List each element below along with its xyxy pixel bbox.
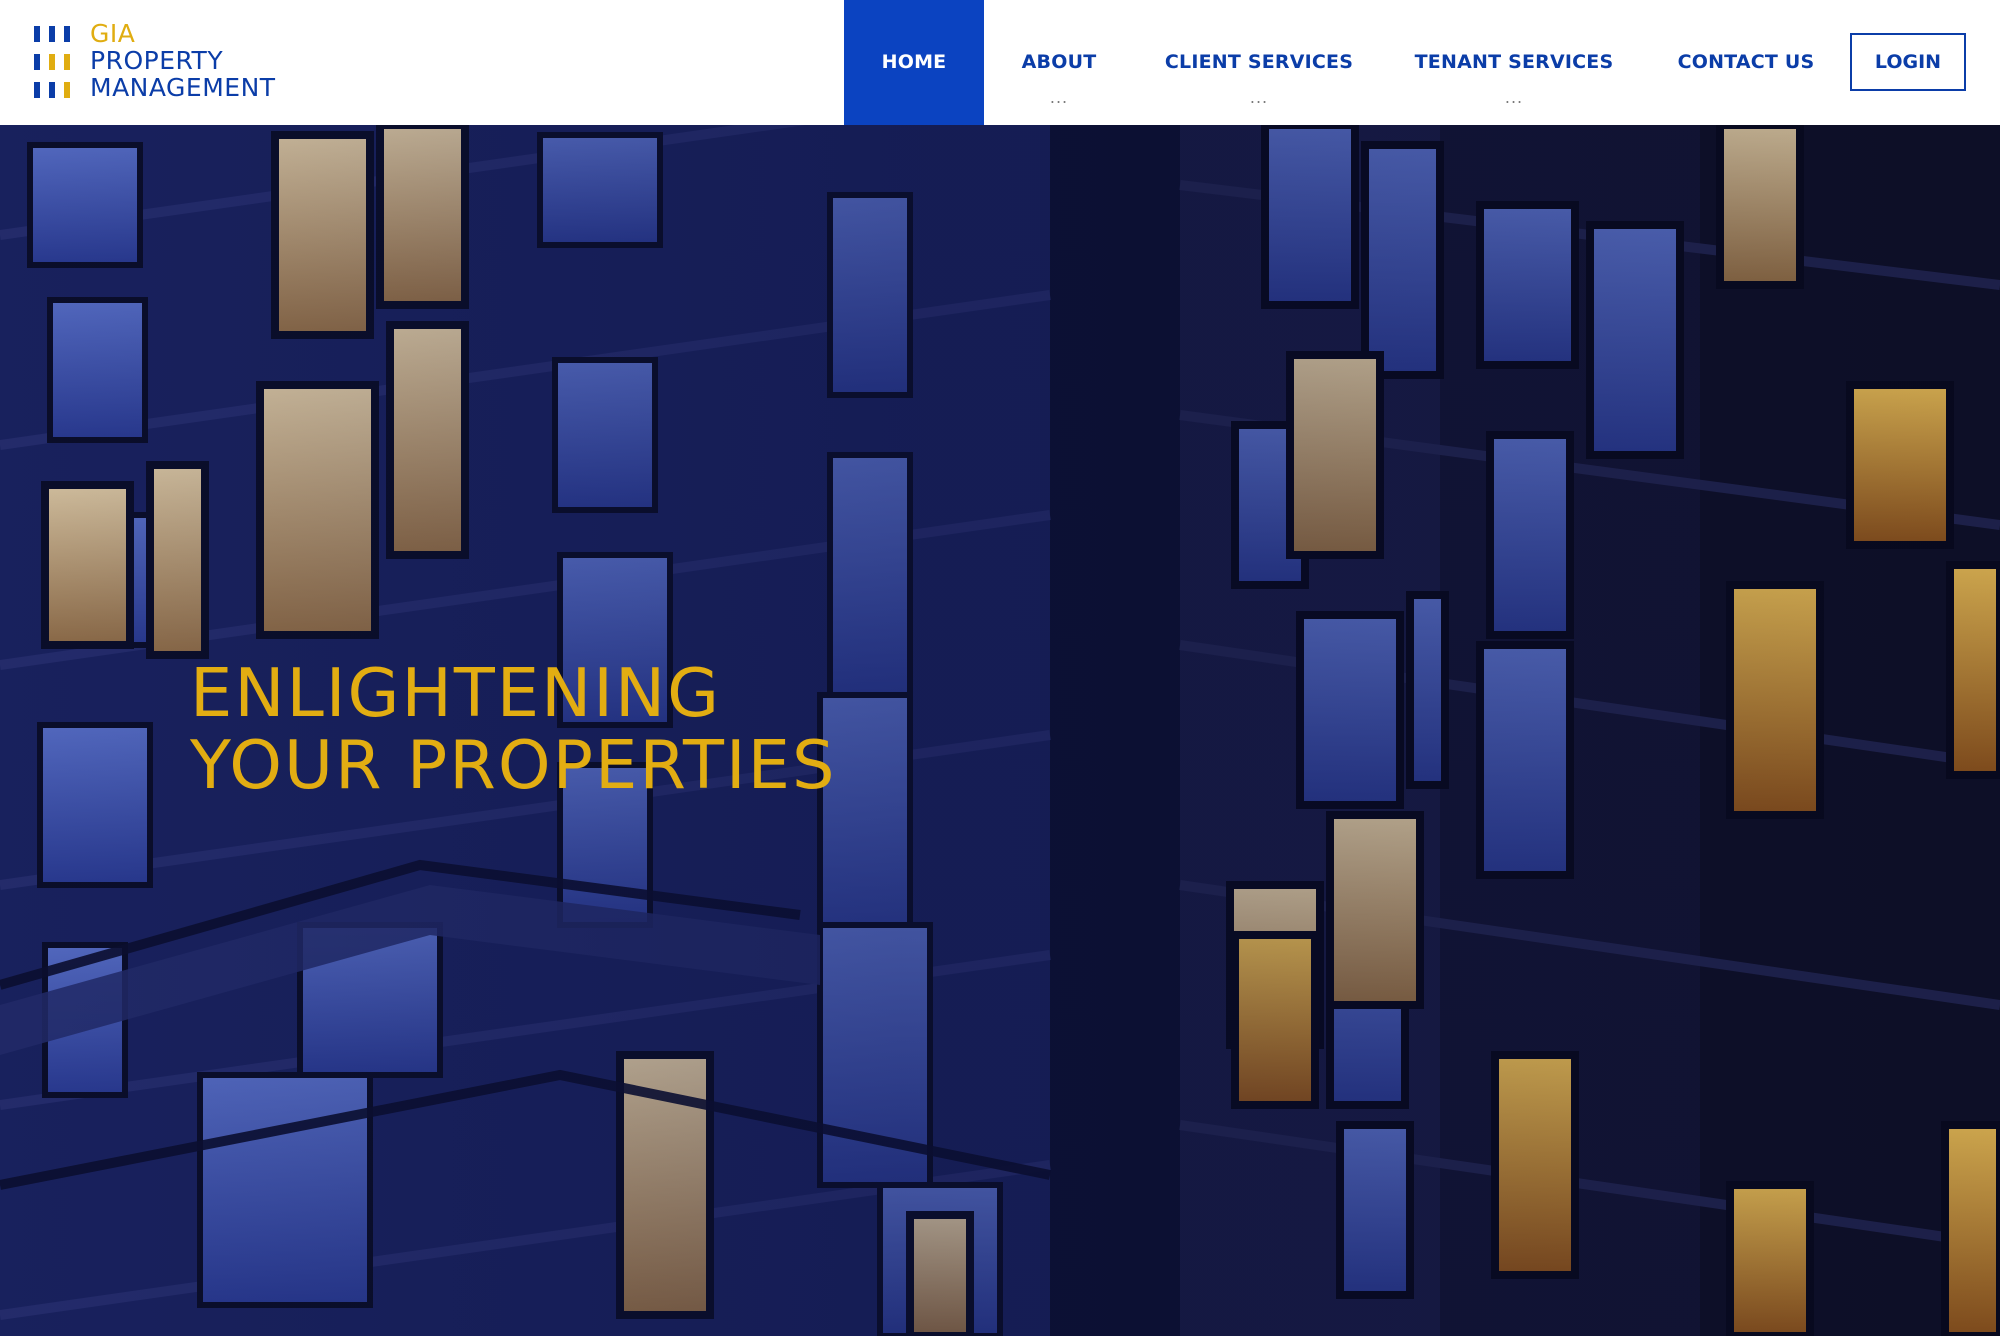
nav-tenant-services-label: TENANT SERVICES bbox=[1414, 51, 1614, 73]
bars-logo-icon bbox=[34, 26, 70, 98]
site-header: GIA PROPERTY MANAGEMENT HOME ABOUT ... C… bbox=[0, 0, 2000, 125]
nav-about-label: ABOUT bbox=[1021, 51, 1097, 73]
login-button[interactable]: LOGIN bbox=[1850, 33, 1966, 91]
brand-line-1: GIA bbox=[90, 19, 136, 48]
hero-section: ENLIGHTENING YOUR PROPERTIES bbox=[0, 125, 2000, 1336]
nav-about-more-icon[interactable]: ... bbox=[1000, 88, 1118, 107]
nav-client-services-more-icon[interactable]: ... bbox=[1160, 88, 1358, 107]
nav-contact-us[interactable]: CONTACT US bbox=[1674, 0, 1818, 125]
nav-home-label: HOME bbox=[881, 51, 947, 73]
nav-tenant-services-more-icon[interactable]: ... bbox=[1408, 88, 1620, 107]
nav-tenant-services[interactable]: TENANT SERVICES ... bbox=[1408, 0, 1620, 125]
hero-headline: ENLIGHTENING YOUR PROPERTIES bbox=[190, 657, 837, 801]
nav-client-services[interactable]: CLIENT SERVICES ... bbox=[1160, 0, 1358, 125]
brand-line-3: MANAGEMENT bbox=[90, 73, 276, 102]
brand-line-2: PROPERTY bbox=[90, 46, 224, 75]
nav-about[interactable]: ABOUT ... bbox=[1000, 0, 1118, 125]
nav-client-services-label: CLIENT SERVICES bbox=[1164, 51, 1354, 73]
brand-logo[interactable]: GIA PROPERTY MANAGEMENT bbox=[34, 20, 294, 105]
nav-home[interactable]: HOME bbox=[844, 0, 984, 125]
brand-name: GIA PROPERTY MANAGEMENT bbox=[90, 20, 276, 101]
hero-headline-line-2: YOUR PROPERTIES bbox=[190, 726, 837, 804]
nav-contact-us-label: CONTACT US bbox=[1677, 51, 1815, 73]
hero-headline-line-1: ENLIGHTENING bbox=[190, 654, 722, 732]
